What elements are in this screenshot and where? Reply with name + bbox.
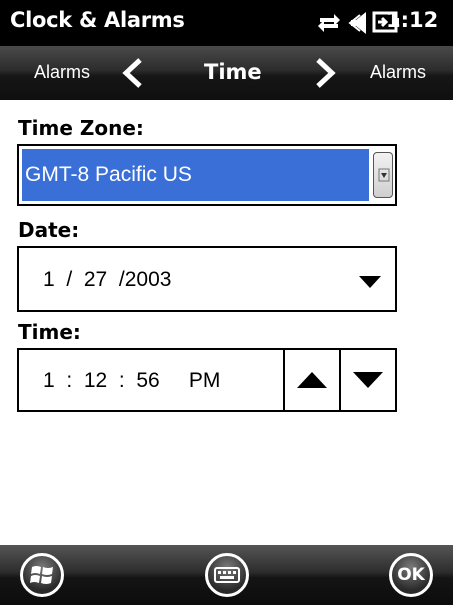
triangle-down-icon[interactable]	[359, 276, 381, 288]
dropdown-button[interactable]	[373, 152, 393, 198]
triangle-down-icon	[353, 372, 383, 388]
nav-prev-label[interactable]: Alarms	[34, 62, 90, 83]
app-title: Clock & Alarms	[10, 8, 185, 32]
chevron-right-icon[interactable]	[310, 57, 340, 89]
date-label: Date:	[18, 218, 80, 242]
keyboard-icon	[214, 567, 240, 583]
bottom-softkey-bar: OK	[0, 545, 453, 605]
nav-title: Time	[204, 60, 262, 84]
time-zone-value[interactable]: GMT-8 Pacific US	[22, 149, 369, 201]
time-decrement-button[interactable]	[339, 348, 397, 412]
data-sync-icon[interactable]	[316, 9, 342, 39]
time-zone-select[interactable]: GMT-8 Pacific US	[17, 144, 397, 206]
status-bar: Clock & Alarms 1:12	[0, 0, 453, 46]
speaker-icon[interactable]	[348, 9, 374, 41]
time-picker[interactable]: 1 : 12 : 56 PM	[17, 348, 397, 412]
date-value[interactable]: 1 / 27 /2003	[43, 268, 171, 292]
triangle-up-icon	[297, 372, 327, 388]
time-label: Time:	[18, 320, 81, 344]
dropdown-arrow-icon	[378, 168, 390, 182]
keyboard-button[interactable]	[205, 553, 249, 597]
date-picker[interactable]: 1 / 27 /2003	[17, 246, 397, 312]
ok-button-label: OK	[397, 565, 425, 585]
time-zone-label: Time Zone:	[18, 116, 144, 140]
ok-button[interactable]: OK	[389, 553, 433, 597]
chevron-left-icon[interactable]	[118, 57, 148, 89]
tab-navigation-bar: Alarms Time Alarms	[0, 46, 453, 100]
windows-logo-icon	[30, 566, 53, 584]
status-clock[interactable]: 1:12	[386, 8, 438, 32]
nav-next-label[interactable]: Alarms	[370, 62, 426, 83]
start-button[interactable]	[20, 553, 64, 597]
time-value[interactable]: 1 : 12 : 56 PM	[43, 369, 220, 393]
time-increment-button[interactable]	[283, 348, 341, 412]
